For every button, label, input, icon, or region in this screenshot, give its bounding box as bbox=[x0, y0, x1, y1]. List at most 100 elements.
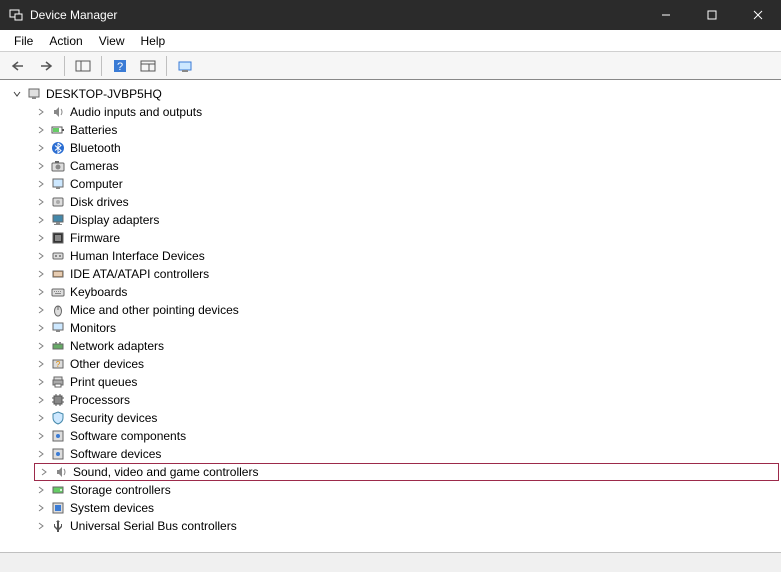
chevron-right-icon[interactable] bbox=[34, 159, 48, 173]
tree-item[interactable]: Security devices bbox=[34, 409, 779, 427]
keyboard-icon bbox=[50, 284, 66, 300]
computer-icon bbox=[50, 176, 66, 192]
tree-item-label: Computer bbox=[70, 177, 123, 191]
statusbar bbox=[0, 552, 781, 572]
chevron-right-icon[interactable] bbox=[34, 105, 48, 119]
computer-icon bbox=[26, 86, 42, 102]
close-button[interactable] bbox=[735, 0, 781, 30]
chevron-right-icon[interactable] bbox=[34, 447, 48, 461]
firmware-icon bbox=[50, 230, 66, 246]
chevron-right-icon[interactable] bbox=[37, 465, 51, 479]
tree-item-label: Display adapters bbox=[70, 213, 159, 227]
tree-item[interactable]: Human Interface Devices bbox=[34, 247, 779, 265]
maximize-button[interactable] bbox=[689, 0, 735, 30]
tree-item-label: Cameras bbox=[70, 159, 119, 173]
tree-item[interactable]: Universal Serial Bus controllers bbox=[34, 517, 779, 535]
tree-item[interactable]: Disk drives bbox=[34, 193, 779, 211]
tree-item-label: Print queues bbox=[70, 375, 137, 389]
chevron-right-icon[interactable] bbox=[34, 339, 48, 353]
tree-item[interactable]: System devices bbox=[34, 499, 779, 517]
tree-item-label: Processors bbox=[70, 393, 130, 407]
mouse-icon bbox=[50, 302, 66, 318]
tree-item-label: Software devices bbox=[70, 447, 161, 461]
display-icon bbox=[50, 212, 66, 228]
chevron-right-icon[interactable] bbox=[34, 411, 48, 425]
menu-file[interactable]: File bbox=[6, 32, 41, 50]
monitor-icon bbox=[50, 320, 66, 336]
tree-item[interactable]: Cameras bbox=[34, 157, 779, 175]
printer-icon bbox=[50, 374, 66, 390]
tree-item[interactable]: Software devices bbox=[34, 445, 779, 463]
tree-item-label: Network adapters bbox=[70, 339, 164, 353]
tree-item[interactable]: Computer bbox=[34, 175, 779, 193]
tree-item[interactable]: Other devices bbox=[34, 355, 779, 373]
minimize-button[interactable] bbox=[643, 0, 689, 30]
camera-icon bbox=[50, 158, 66, 174]
tree-item[interactable]: Bluetooth bbox=[34, 139, 779, 157]
network-icon bbox=[50, 338, 66, 354]
chevron-right-icon[interactable] bbox=[34, 519, 48, 533]
menu-action[interactable]: Action bbox=[41, 32, 90, 50]
chevron-right-icon[interactable] bbox=[34, 483, 48, 497]
tree-item[interactable]: Storage controllers bbox=[34, 481, 779, 499]
tree-item[interactable]: Display adapters bbox=[34, 211, 779, 229]
tree-root-label: DESKTOP-JVBP5HQ bbox=[46, 87, 162, 101]
tree-item-label: Batteries bbox=[70, 123, 117, 137]
chevron-right-icon[interactable] bbox=[34, 249, 48, 263]
tree-item[interactable]: Audio inputs and outputs bbox=[34, 103, 779, 121]
back-button[interactable] bbox=[6, 55, 30, 77]
tree-item-label: Disk drives bbox=[70, 195, 129, 209]
forward-button[interactable] bbox=[34, 55, 58, 77]
chevron-right-icon[interactable] bbox=[34, 393, 48, 407]
chevron-down-icon[interactable] bbox=[10, 87, 24, 101]
chevron-right-icon[interactable] bbox=[34, 195, 48, 209]
ide-icon bbox=[50, 266, 66, 282]
tree-item[interactable]: Batteries bbox=[34, 121, 779, 139]
chevron-right-icon[interactable] bbox=[34, 303, 48, 317]
menu-view[interactable]: View bbox=[91, 32, 133, 50]
chevron-right-icon[interactable] bbox=[34, 285, 48, 299]
bluetooth-icon bbox=[50, 140, 66, 156]
cpu-icon bbox=[50, 392, 66, 408]
tree-item-label: IDE ATA/ATAPI controllers bbox=[70, 267, 209, 281]
tree-item-label: Mice and other pointing devices bbox=[70, 303, 239, 317]
disk-icon bbox=[50, 194, 66, 210]
tree-item[interactable]: Processors bbox=[34, 391, 779, 409]
tree-item[interactable]: Software components bbox=[34, 427, 779, 445]
tree-root-node[interactable]: DESKTOP-JVBP5HQ bbox=[10, 85, 779, 103]
tree-item[interactable]: Sound, video and game controllers bbox=[34, 463, 779, 481]
tree-item-label: Other devices bbox=[70, 357, 144, 371]
tree-item[interactable]: Network adapters bbox=[34, 337, 779, 355]
window-title: Device Manager bbox=[30, 8, 117, 22]
security-icon bbox=[50, 410, 66, 426]
chevron-right-icon[interactable] bbox=[34, 429, 48, 443]
chevron-right-icon[interactable] bbox=[34, 177, 48, 191]
chevron-right-icon[interactable] bbox=[34, 321, 48, 335]
chevron-right-icon[interactable] bbox=[34, 375, 48, 389]
tree-item[interactable]: Print queues bbox=[34, 373, 779, 391]
tree-item[interactable]: Keyboards bbox=[34, 283, 779, 301]
scan-hardware-button[interactable] bbox=[173, 55, 197, 77]
chevron-right-icon[interactable] bbox=[34, 213, 48, 227]
tree-item[interactable]: Firmware bbox=[34, 229, 779, 247]
tree-item-label: Firmware bbox=[70, 231, 120, 245]
chevron-right-icon[interactable] bbox=[34, 141, 48, 155]
chevron-right-icon[interactable] bbox=[34, 267, 48, 281]
device-tree-panel: DESKTOP-JVBP5HQ Audio inputs and outputs… bbox=[0, 80, 781, 552]
software-icon bbox=[50, 446, 66, 462]
chevron-right-icon[interactable] bbox=[34, 231, 48, 245]
tree-item[interactable]: IDE ATA/ATAPI controllers bbox=[34, 265, 779, 283]
tree-item-label: Universal Serial Bus controllers bbox=[70, 519, 237, 533]
menu-help[interactable]: Help bbox=[133, 32, 174, 50]
tree-item-label: Software components bbox=[70, 429, 186, 443]
chevron-right-icon[interactable] bbox=[34, 501, 48, 515]
chevron-right-icon[interactable] bbox=[34, 357, 48, 371]
tree-item[interactable]: Mice and other pointing devices bbox=[34, 301, 779, 319]
show-hide-console-tree-button[interactable] bbox=[71, 55, 95, 77]
properties-button[interactable] bbox=[136, 55, 160, 77]
sound-icon bbox=[53, 464, 69, 480]
help-button[interactable]: ? bbox=[108, 55, 132, 77]
tree-item[interactable]: Monitors bbox=[34, 319, 779, 337]
chevron-right-icon[interactable] bbox=[34, 123, 48, 137]
tree-item-label: Security devices bbox=[70, 411, 157, 425]
